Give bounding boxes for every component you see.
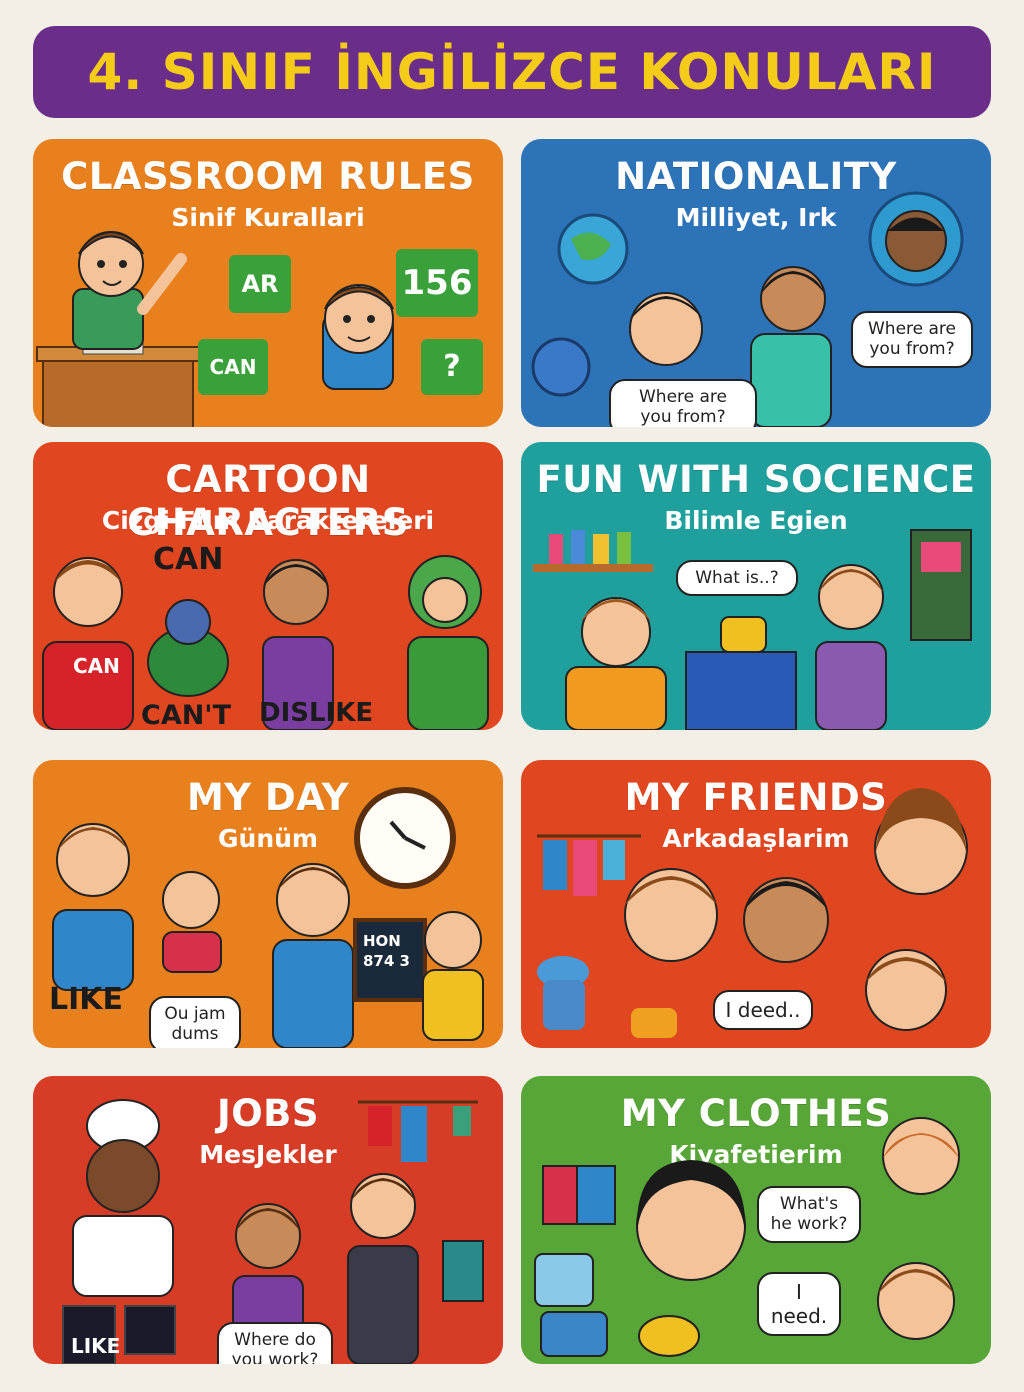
card-my-day: MY DAY Günüm HON 874 3 LIKE Ou jam dums [33,760,503,1048]
children-talking-illustration [629,266,832,427]
blackboard-text: HON 874 3 [363,932,410,970]
card-nationality: NATIONALITY Milliyet, Irk Where are you … [521,139,991,427]
jobs-illustration [62,1099,484,1364]
speech-bubble: What's he work? [757,1186,861,1243]
vocab-word: DISLIKE [259,698,374,728]
speech-bubble: I need. [757,1272,841,1336]
card-jobs: JOBS MesJekler LIKE Where do you work? [33,1076,503,1364]
card-classroom-rules: CLASSROOM RULES Sinif Kurallari AR 156 C… [33,139,503,427]
card-cartoon-characters: CARTOON CHARACTERS Cizgi Film Karakterel… [33,442,503,730]
card-my-clothes: MY CLOTHES Kiyafetierim What's he work? … [521,1076,991,1364]
card-my-friends: MY FRIENDS Arkadaşlarim I deed.. [521,760,991,1048]
vocab-word: LIKE [71,1334,121,1358]
vocab-word: LIKE [49,982,124,1017]
classroom-tag: 156 [396,249,478,317]
vocab-word: CAN [153,542,224,577]
speech-bubble: Where are you from? [609,379,757,427]
speech-bubble: Ou jam dums [149,996,241,1048]
vocab-word: CAN'T [141,700,231,730]
card-fun-with-science: FUN WITH SOCIENCE Bilimle Egien What is.… [521,442,991,730]
page-title: 4. SINIF İNGİLİZCE KONULARI [87,43,937,101]
title-banner: 4. SINIF İNGİLİZCE KONULARI [33,26,991,118]
clothes-illustration [534,1117,960,1357]
speech-bubble: What is..? [676,560,798,597]
classroom-tag: AR [229,255,291,313]
speech-bubble: I deed.. [713,990,813,1030]
speech-bubble: Where are you from? [851,311,973,368]
cartoon-characters-illustration [42,555,489,730]
speech-bubble: Where do you work? [217,1322,333,1364]
shirt-word: CAN [73,654,120,678]
classroom-tag: ? [421,339,483,395]
classroom-tag: CAN [198,339,268,395]
